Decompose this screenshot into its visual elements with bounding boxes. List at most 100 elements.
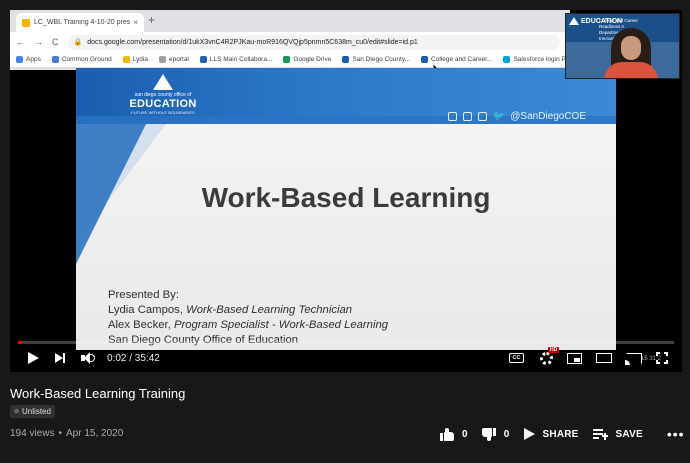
bookmark-icon [199,56,207,63]
facebook-icon [477,112,487,121]
presenter-face [621,36,641,60]
bookmarks-bar: Apps Common Ground Lydia eportal LLS Main Co… [10,52,570,68]
video-player[interactable]: LC_WBL Training 4-10-20 preser × + ← → C… [10,10,682,372]
bookmark-icon [342,56,350,63]
browser-tab-title: LC_WBL Training 4-10-20 preser [34,19,131,26]
social-handle: @SanDiegoCOE [510,111,586,122]
presenter-body [604,62,658,78]
share-label: SHARE [542,428,579,440]
forward-arrow-icon: → [34,37,43,47]
bookmark-item: Common Ground [51,56,112,63]
play-button[interactable] [20,352,55,364]
bookmark-label: Google Drive [293,56,332,63]
bookmark-label: Apps [26,56,41,63]
slide-title: Work-Based Learning [201,182,491,213]
presenter-line-1: Lydia Campos, Work-Based Learning Techni… [108,303,388,318]
thumbs-down-icon [481,427,496,441]
presenter-2-role: Program Specialist - Work-Based Learning [173,319,389,331]
miniplayer-button[interactable] [567,352,596,364]
bookmark-item: Google Drive [283,56,331,63]
share-icon [523,428,535,440]
bookmark-item: Salesforce login Pro [503,56,570,63]
save-button[interactable]: SAVE [592,428,643,440]
view-count: 194 views [10,428,55,439]
bookmark-label: College and Career... [431,56,493,63]
presenter-1-role: Work-Based Learning Technician [186,304,353,316]
browser-url-bar: 🔒 docs.google.com/presentation/d/1ukX3vn… [67,34,560,50]
video-meta: 194 views • Apr 15, 2020 [10,428,123,439]
dislike-count: 0 [503,428,510,440]
cast-icon [625,352,642,365]
bookmark-label: Lydia [132,56,148,63]
bookmark-icon [122,56,130,63]
upload-date: Apr 15, 2020 [65,428,124,439]
time-display: 0:02 / 35:42 [107,352,160,364]
bookmark-item: Apps [16,56,41,63]
hd-badge: HD [548,346,560,353]
browser-tab-bar: LC_WBL Training 4-10-20 preser × + [10,10,570,32]
video-actions: 0 0 SHARE SAVE ••• [440,424,685,444]
bookmark-label: San Diego County... [352,56,411,63]
subtitles-button[interactable]: CC [509,353,540,363]
webcam-tile: EDUCATION College and Career Readiness A… [565,13,680,79]
bookmark-item: LLS Main Collabora... [199,56,273,63]
save-label: SAVE [615,428,643,440]
unlisted-icon: ⊘ [14,409,20,415]
share-button[interactable]: SHARE [523,428,579,440]
presenter-video [604,28,658,78]
logo-bottom-text: FUTURE WITHOUT BOUNDARIES [131,110,195,115]
lock-icon: 🔒 [73,39,83,46]
recorded-browser-window: LC_WBL Training 4-10-20 preser × + ← → C… [10,10,570,70]
new-tab-icon: + [148,13,156,27]
more-actions-icon[interactable]: ••• [667,426,685,442]
settings-button[interactable]: HD [540,346,560,365]
bookmark-icon [51,56,59,63]
like-button[interactable]: 0 [440,427,468,441]
slide-presenters: Presented By: Lydia Campos, Work-Based L… [108,288,388,348]
mute-button[interactable] [81,352,107,364]
theater-icon [596,353,612,363]
bookmark-item: College and Career... [421,56,492,63]
bookmark-item: Lydia [122,56,148,63]
player-controls: 0:02 / 35:42 CC HD [10,344,682,372]
theater-mode-button[interactable] [596,353,626,363]
cc-icon: CC [509,353,524,363]
slides-icon [22,18,30,27]
triangle-logo-icon [569,17,579,25]
bookmark-icon [16,56,23,63]
miniplayer-icon [567,352,582,364]
bookmark-label: LLS Main Collabora... [209,56,273,63]
bookmark-label: Common Ground [61,56,112,63]
browser-url: docs.google.com/presentation/d/1ukX3vnC4… [87,38,418,46]
back-arrow-icon: ← [16,37,25,47]
twitter-icon: 🐦 [492,111,506,122]
next-button[interactable] [55,353,81,363]
recorded-clock: 15 31 2 [641,356,662,362]
bookmark-item: San Diego County... [342,56,410,63]
instagram-icon [447,112,457,121]
presenter-2-name: Alex Becker, [108,319,174,331]
slide-social-links: 🐦 @SanDiegoCOE [447,111,586,122]
reload-icon: C [52,37,59,47]
bookmark-item: eportal [159,56,189,63]
sdcoe-logo: san diego county office of EDUCATION FUT… [128,74,198,115]
meta-separator: • [58,428,62,439]
playlist-add-icon [592,428,608,440]
dislike-button[interactable]: 0 [481,427,510,441]
browser-address-row: ← → C 🔒 docs.google.com/presentation/d/1… [10,32,570,52]
gear-icon [540,351,553,365]
linkedin-icon [462,112,472,121]
bookmark-icon [421,56,429,63]
presenter-1-name: Lydia Campos, [108,304,187,316]
video-title: Work-Based Learning Training [10,386,186,401]
presented-by-label: Presented By: [108,289,179,301]
youtube-watch-page: LC_WBL Training 4-10-20 preser × + ← → C… [0,0,690,463]
like-count: 0 [462,428,468,440]
bookmark-icon [503,56,511,63]
browser-tab: LC_WBL Training 4-10-20 preser × [16,13,144,32]
thumbs-up-icon [440,427,454,441]
bookmark-label: Salesforce login Pro [513,56,570,63]
visibility-label: Unlisted [22,407,51,416]
next-icon [55,353,65,363]
volume-icon [81,352,97,364]
